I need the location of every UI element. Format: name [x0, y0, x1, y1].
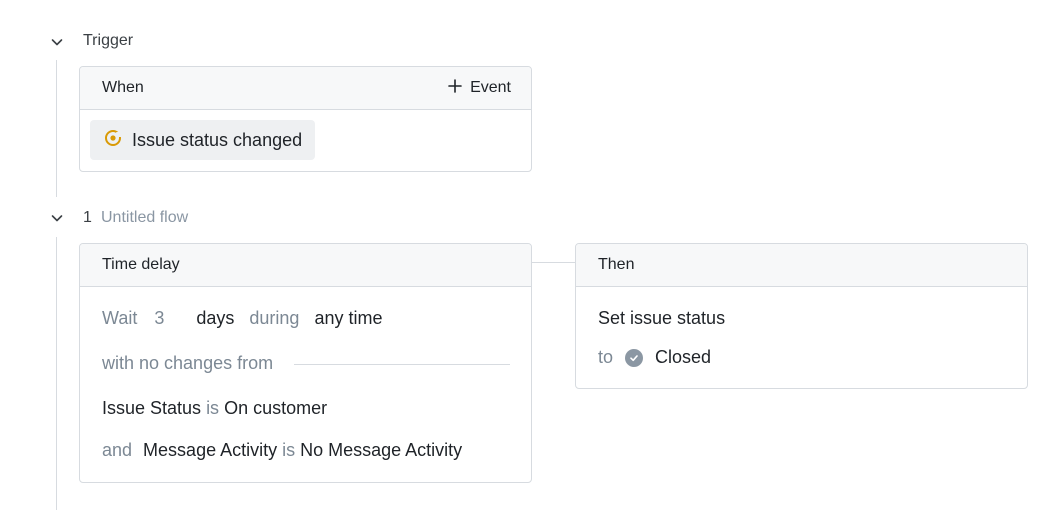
condition-row-2[interactable]: and Message Activity is No Message Activ… — [102, 440, 462, 461]
to-label: to — [598, 347, 614, 367]
flow-collapse-chevron-icon[interactable] — [50, 211, 64, 225]
flow-number: 1 — [83, 209, 92, 226]
flow-guide-line — [56, 237, 57, 510]
condition1-field[interactable]: Issue Status — [102, 398, 201, 419]
flow-name[interactable]: Untitled flow — [101, 209, 188, 227]
wait-amount-input[interactable]: 3 — [154, 308, 164, 329]
trigger-guide-line — [56, 60, 57, 197]
issue-status-icon — [104, 129, 122, 152]
condition1-value[interactable]: On customer — [224, 398, 327, 419]
condition2-joiner[interactable]: and — [102, 440, 132, 461]
during-label: during — [249, 308, 300, 328]
event-chip-label: Issue status changed — [132, 129, 303, 150]
flow-connector-line — [532, 262, 576, 263]
no-changes-divider — [294, 364, 510, 365]
then-title: Then — [598, 256, 635, 273]
then-card: Then Set issue status to Closed — [575, 243, 1028, 389]
no-changes-row: with no changes from — [102, 353, 273, 374]
condition2-operator: is — [282, 440, 296, 460]
then-header: Then — [576, 244, 1027, 287]
condition2-field[interactable]: Message Activity — [143, 440, 277, 461]
time-delay-title: Time delay — [102, 256, 180, 273]
status-value[interactable]: Closed — [655, 347, 711, 368]
wait-label: Wait — [102, 308, 138, 328]
time-delay-card: Time delay Wait 3 days during any time w… — [79, 243, 532, 483]
wait-row: Wait 3 days during any time — [102, 308, 382, 329]
then-status-row[interactable]: to Closed — [598, 347, 711, 368]
when-card-title: When — [102, 79, 144, 96]
with-no-changes-label: with no changes from — [102, 353, 274, 373]
check-circle-icon — [625, 348, 644, 367]
when-card-header: When Event — [80, 67, 531, 110]
add-event-label: Event — [470, 79, 511, 96]
wait-unit-select[interactable]: days — [196, 308, 234, 329]
trigger-section-label: Trigger — [83, 32, 134, 49]
condition1-operator: is — [206, 398, 220, 418]
trigger-collapse-chevron-icon[interactable] — [50, 35, 64, 49]
plus-icon — [448, 78, 462, 98]
add-event-button[interactable]: Event — [448, 78, 511, 98]
when-card: When Event Issue status changed — [79, 66, 532, 172]
condition-row-1[interactable]: Issue Status is On customer — [102, 398, 327, 419]
event-chip[interactable]: Issue status changed — [90, 120, 316, 160]
during-value-select[interactable]: any time — [314, 308, 382, 329]
time-delay-header: Time delay — [80, 244, 531, 287]
then-action-row[interactable]: Set issue status — [598, 308, 725, 329]
then-action-label[interactable]: Set issue status — [598, 308, 725, 329]
condition2-value[interactable]: No Message Activity — [300, 440, 462, 461]
